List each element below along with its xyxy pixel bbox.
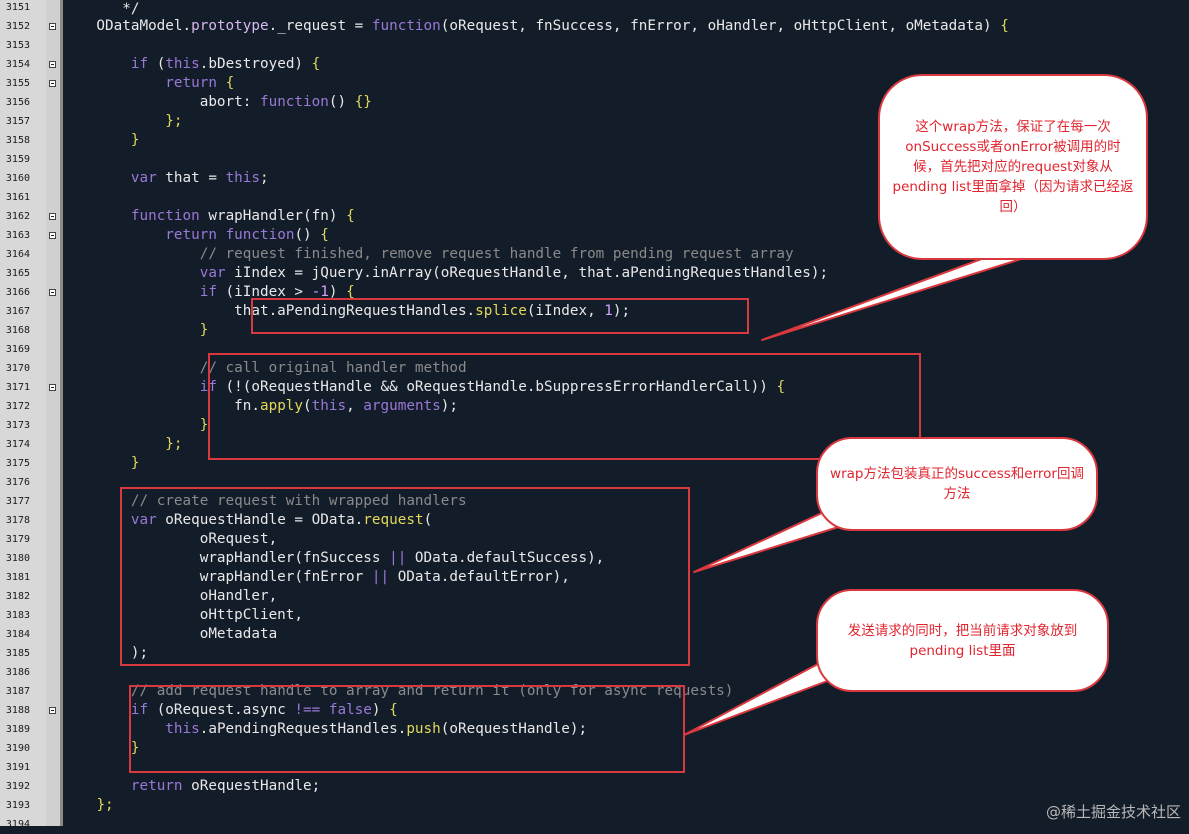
annotation-text-pending: 发送请求的同时，把当前请求对象放到pending list里面 — [847, 622, 1078, 659]
annotation-bubble-callbacks: wrap方法包装真正的success和error回调方法 — [816, 437, 1098, 531]
annotation-bubble-wrap: 这个wrap方法，保证了在每一次onSuccess或者onError被调用的时候… — [878, 74, 1148, 260]
annotation-bubble-pending: 发送请求的同时，把当前请求对象放到pending list里面 — [816, 589, 1109, 692]
watermark: @稀土掘金技术社区 — [1045, 803, 1181, 821]
annotation-text-callbacks: wrap方法包装真正的success和error回调方法 — [830, 466, 1084, 502]
code-editor[interactable]: 3151 3152 3153 3154 3155 3156 3157 3158 3159 3160… — [0, 0, 1189, 830]
annotation-text-wrap: 这个wrap方法，保证了在每一次onSuccess或者onError被调用的时候… — [892, 119, 1134, 215]
